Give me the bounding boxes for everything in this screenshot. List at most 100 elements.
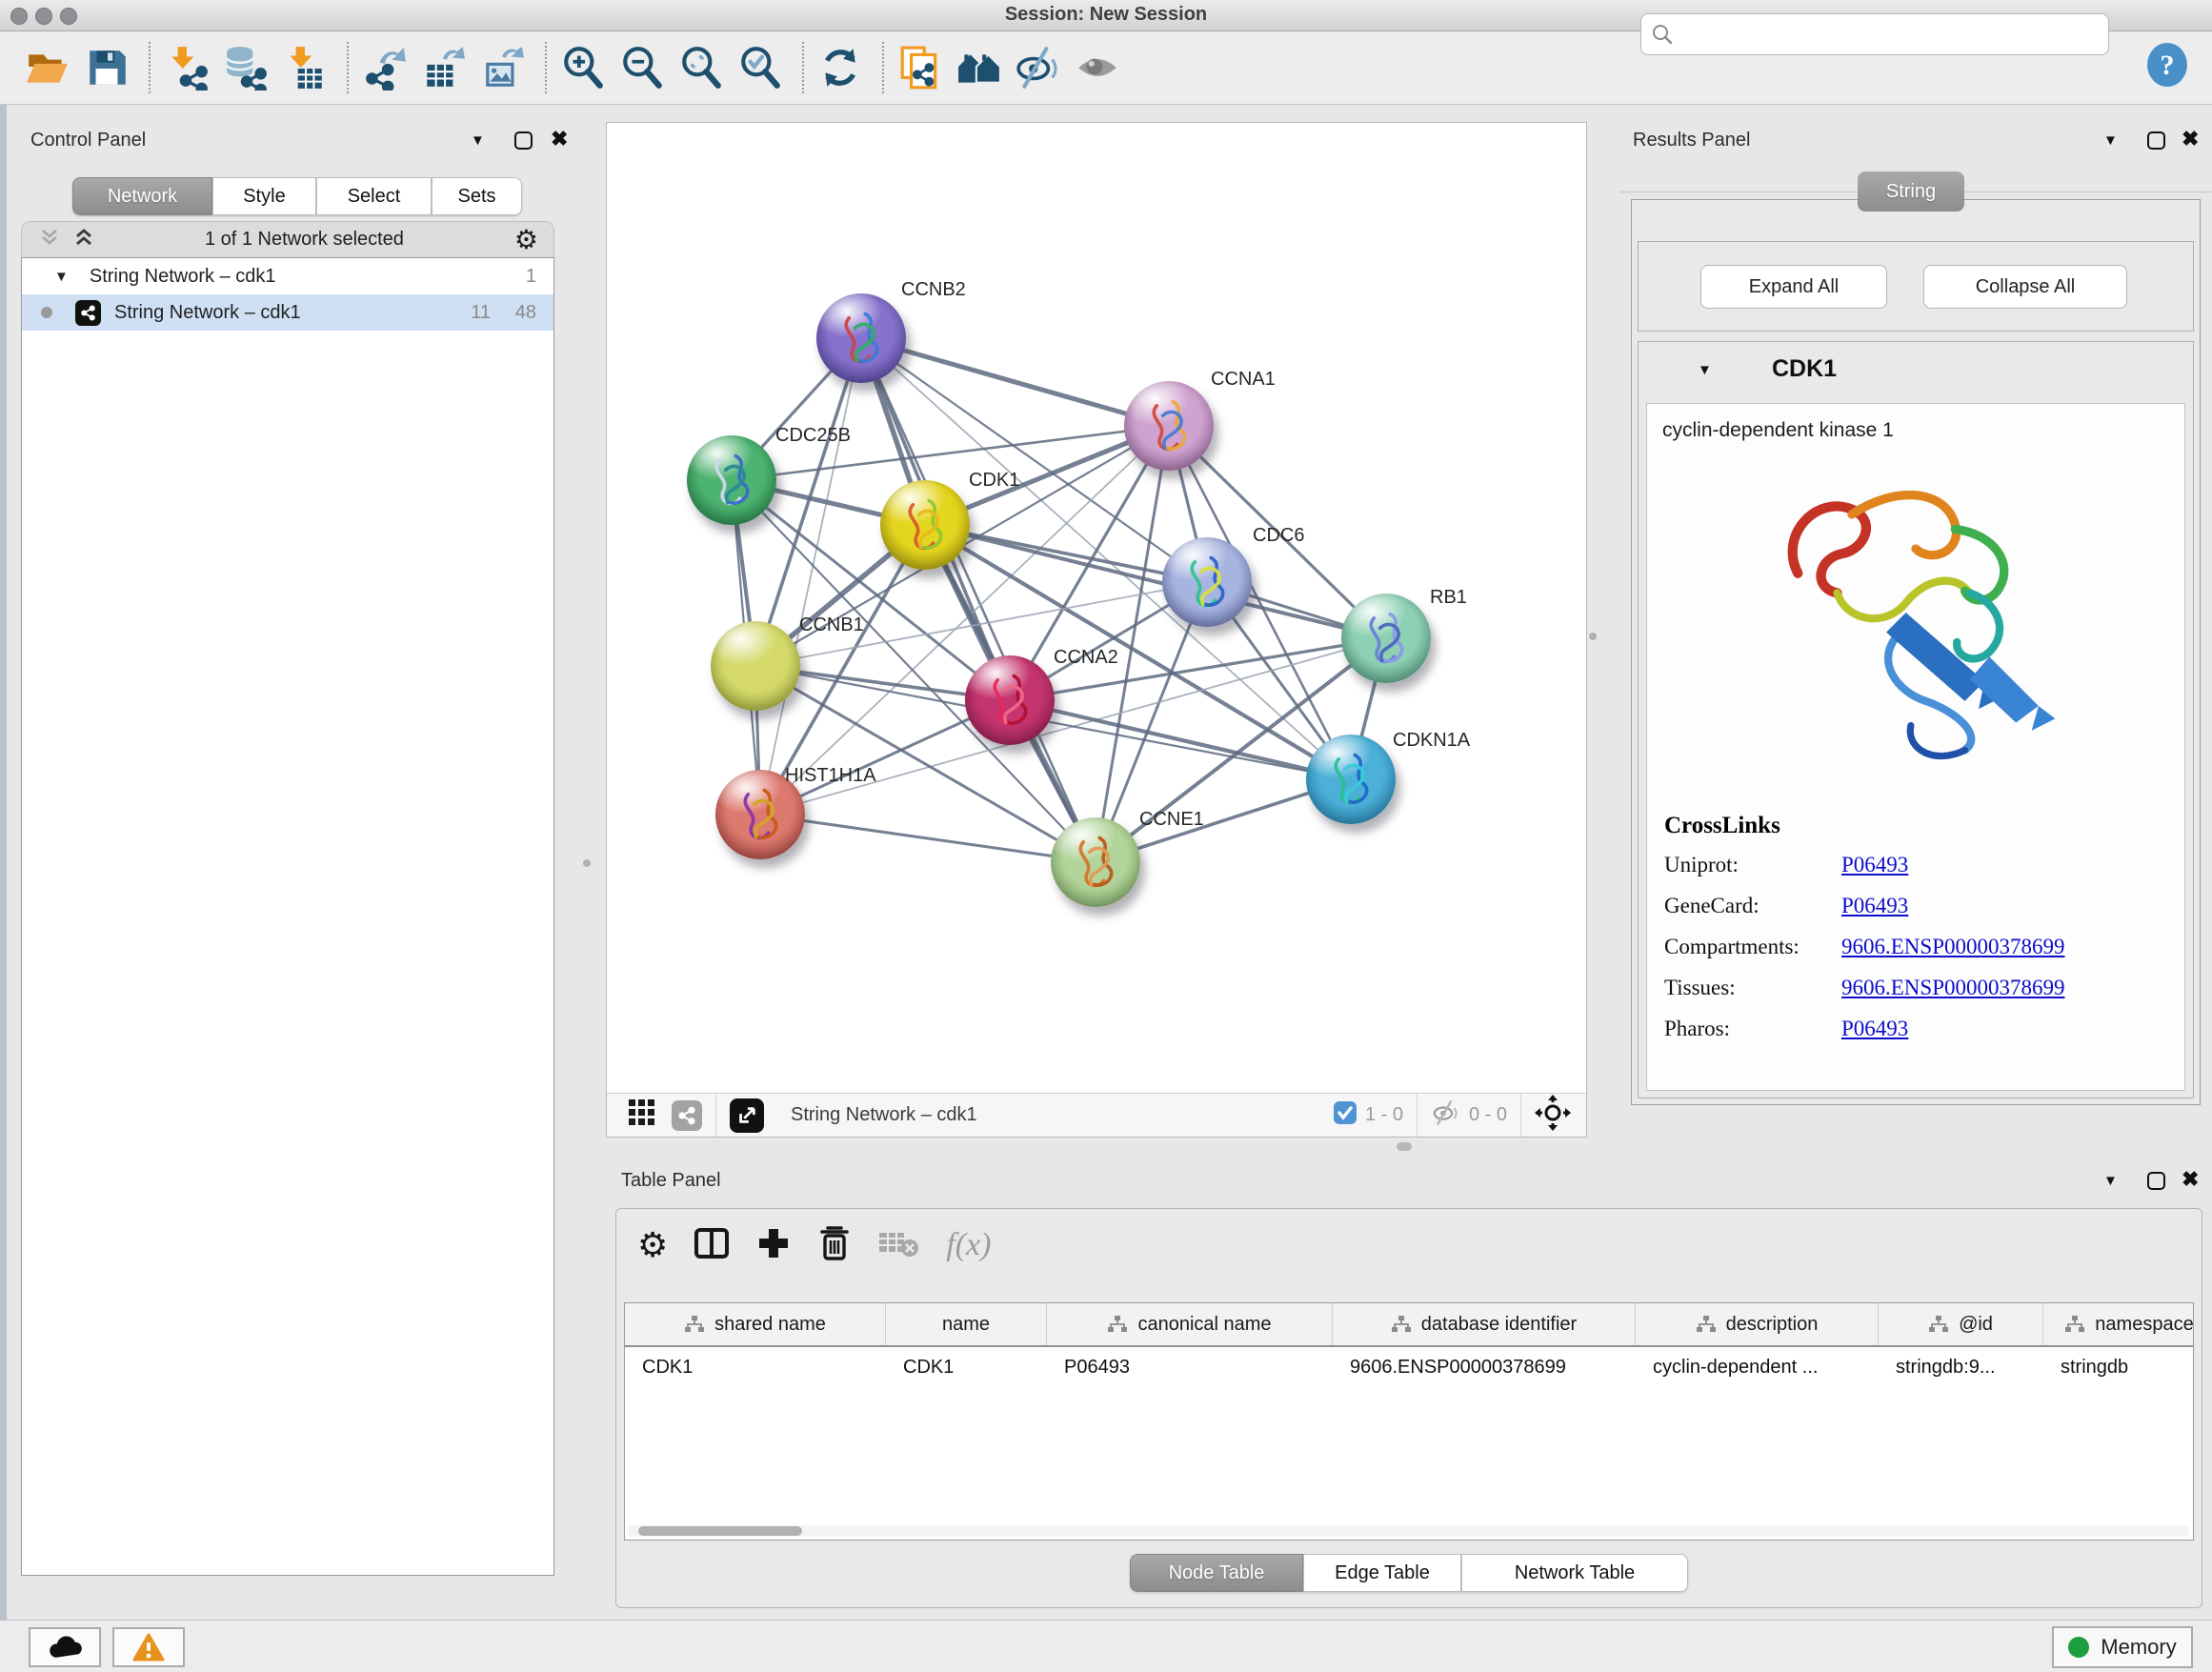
network-node-ccne1[interactable] xyxy=(1051,817,1140,907)
warning-button[interactable] xyxy=(112,1627,185,1667)
search-input[interactable] xyxy=(1681,23,2108,47)
table-settings-gear-icon[interactable]: ⚙ xyxy=(637,1228,668,1262)
panel-float-icon[interactable] xyxy=(2147,1172,2165,1190)
horizontal-scrollbar-thumb[interactable] xyxy=(638,1526,802,1536)
column-header-description[interactable]: description xyxy=(1636,1303,1879,1345)
navigator-crosshair-icon[interactable] xyxy=(1535,1095,1571,1136)
hidden-eye-slash-icon[interactable] xyxy=(1431,1099,1461,1131)
network-node-ccna1[interactable] xyxy=(1124,381,1214,471)
zoom-out-icon[interactable] xyxy=(619,45,665,91)
bottom-splitter-handle[interactable] xyxy=(1397,1142,1412,1151)
import-table-icon[interactable] xyxy=(282,45,328,91)
expand-all-chevron-icon[interactable] xyxy=(73,228,94,252)
network-edge[interactable] xyxy=(861,338,1096,862)
network-node-ccna2[interactable] xyxy=(965,655,1055,745)
table-cell[interactable]: stringdb:9... xyxy=(1879,1357,2043,1379)
column-header-sharedname[interactable]: shared name xyxy=(625,1303,886,1345)
cloud-button[interactable] xyxy=(29,1627,101,1667)
open-file-icon[interactable] xyxy=(25,45,70,91)
tab-node-table[interactable]: Node Table xyxy=(1130,1554,1303,1592)
column-header-id[interactable]: @id xyxy=(1879,1303,2043,1345)
houses-icon[interactable] xyxy=(956,45,1002,91)
network-node-rb1[interactable] xyxy=(1341,594,1431,683)
network-node-cdk1[interactable] xyxy=(880,480,970,570)
zoom-fit-icon[interactable] xyxy=(678,45,724,91)
panel-close-icon[interactable]: ✖ xyxy=(551,129,568,150)
network-edge[interactable] xyxy=(760,338,861,815)
panel-menu-icon[interactable]: ▼ xyxy=(2103,1174,2118,1188)
zoom-selected-icon[interactable] xyxy=(737,45,783,91)
column-header-databaseidentifier[interactable]: database identifier xyxy=(1333,1303,1636,1345)
table-cell[interactable]: cyclin-dependent ... xyxy=(1636,1357,1879,1379)
help-icon[interactable]: ? xyxy=(2145,42,2189,88)
delete-table-icon[interactable] xyxy=(877,1227,921,1264)
apply-layout-icon[interactable] xyxy=(817,45,863,91)
crosslink-value-link[interactable]: P06493 xyxy=(1841,853,1908,877)
export-table-icon[interactable] xyxy=(421,45,467,91)
collection-expand-icon[interactable]: ▼ xyxy=(54,269,69,285)
column-header-name[interactable]: name xyxy=(886,1303,1047,1345)
memory-button[interactable]: Memory xyxy=(2052,1626,2193,1668)
collapse-all-chevron-icon[interactable] xyxy=(39,228,60,252)
column-header-namespace[interactable]: namespace xyxy=(2043,1303,2194,1345)
add-column-icon[interactable] xyxy=(755,1225,792,1266)
table-cell[interactable]: CDK1 xyxy=(886,1357,1047,1379)
network-edge[interactable] xyxy=(1010,700,1351,779)
tab-string[interactable]: String xyxy=(1858,171,1964,212)
network-node-ccnb2[interactable] xyxy=(816,293,906,383)
crosslink-value-link[interactable]: 9606.ENSP00000378699 xyxy=(1841,935,2065,959)
tab-sets[interactable]: Sets xyxy=(432,177,522,215)
gene-collapse-icon[interactable]: ▼ xyxy=(1698,363,1712,377)
network-canvas[interactable]: CCNB2CCNA1CDC25BCDK1CDC6RB1CCNB1CCNA2CDK… xyxy=(607,123,1586,1093)
right-splitter-handle[interactable] xyxy=(1589,633,1597,640)
network-overview-icon[interactable] xyxy=(672,1100,702,1131)
network-edge[interactable] xyxy=(755,666,1351,779)
eye-icon[interactable] xyxy=(1075,45,1120,91)
left-splitter-handle[interactable] xyxy=(583,859,591,867)
tab-network[interactable]: Network xyxy=(72,177,212,215)
table-cell[interactable]: 9606.ENSP00000378699 xyxy=(1333,1357,1636,1379)
table-cell[interactable]: stringdb xyxy=(2043,1357,2194,1379)
zoom-in-icon[interactable] xyxy=(560,45,606,91)
selected-checkbox-icon[interactable] xyxy=(1333,1100,1357,1130)
save-session-icon[interactable] xyxy=(84,45,130,91)
panel-close-icon[interactable]: ✖ xyxy=(2182,129,2199,150)
tab-network-table[interactable]: Network Table xyxy=(1461,1554,1688,1592)
delete-column-icon[interactable] xyxy=(816,1224,853,1267)
export-network-icon[interactable] xyxy=(362,45,408,91)
clone-network-icon[interactable] xyxy=(897,45,943,91)
network-node-cdc6[interactable] xyxy=(1162,537,1252,627)
crosslink-value-link[interactable]: 9606.ENSP00000378699 xyxy=(1841,976,2065,1000)
panel-menu-icon[interactable]: ▼ xyxy=(471,133,485,148)
table-cell[interactable]: CDK1 xyxy=(625,1357,886,1379)
network-edge[interactable] xyxy=(861,338,1169,426)
panel-float-icon[interactable] xyxy=(514,131,533,150)
tab-select[interactable]: Select xyxy=(316,177,432,215)
network-edge[interactable] xyxy=(760,815,1096,862)
import-network-from-database-icon[interactable] xyxy=(223,45,269,91)
collapse-all-button[interactable]: Collapse All xyxy=(1923,265,2127,309)
network-node-cdc25b[interactable] xyxy=(687,435,776,525)
import-network-icon[interactable] xyxy=(164,45,210,91)
column-header-canonicalname[interactable]: canonical name xyxy=(1047,1303,1333,1345)
panel-float-icon[interactable] xyxy=(2147,131,2165,150)
export-image-icon[interactable] xyxy=(480,45,526,91)
crosslink-value-link[interactable]: P06493 xyxy=(1841,894,1908,918)
expand-all-button[interactable]: Expand All xyxy=(1700,265,1887,309)
detach-view-icon[interactable] xyxy=(730,1098,764,1133)
panel-menu-icon[interactable]: ▼ xyxy=(2103,133,2118,148)
hide-glasses-icon[interactable] xyxy=(1016,45,1061,91)
crosslink-value-link[interactable]: P06493 xyxy=(1841,1017,1908,1041)
panel-close-icon[interactable]: ✖ xyxy=(2182,1169,2199,1190)
network-collection-row[interactable]: ▼ String Network – cdk1 1 xyxy=(22,258,553,294)
table-row[interactable]: CDK1CDK1P064939606.ENSP00000378699cyclin… xyxy=(625,1347,2193,1387)
table-cell[interactable]: P06493 xyxy=(1047,1357,1333,1379)
gear-icon[interactable]: ⚙ xyxy=(514,227,538,253)
grid-view-icon[interactable] xyxy=(628,1098,656,1132)
tab-edge-table[interactable]: Edge Table xyxy=(1303,1554,1461,1592)
show-columns-icon[interactable] xyxy=(693,1224,731,1267)
tab-style[interactable]: Style xyxy=(212,177,316,215)
network-row-selected[interactable]: String Network – cdk1 11 48 xyxy=(22,294,553,331)
network-node-ccnb1[interactable] xyxy=(711,621,800,711)
network-node-cdkn1a[interactable] xyxy=(1306,735,1396,824)
